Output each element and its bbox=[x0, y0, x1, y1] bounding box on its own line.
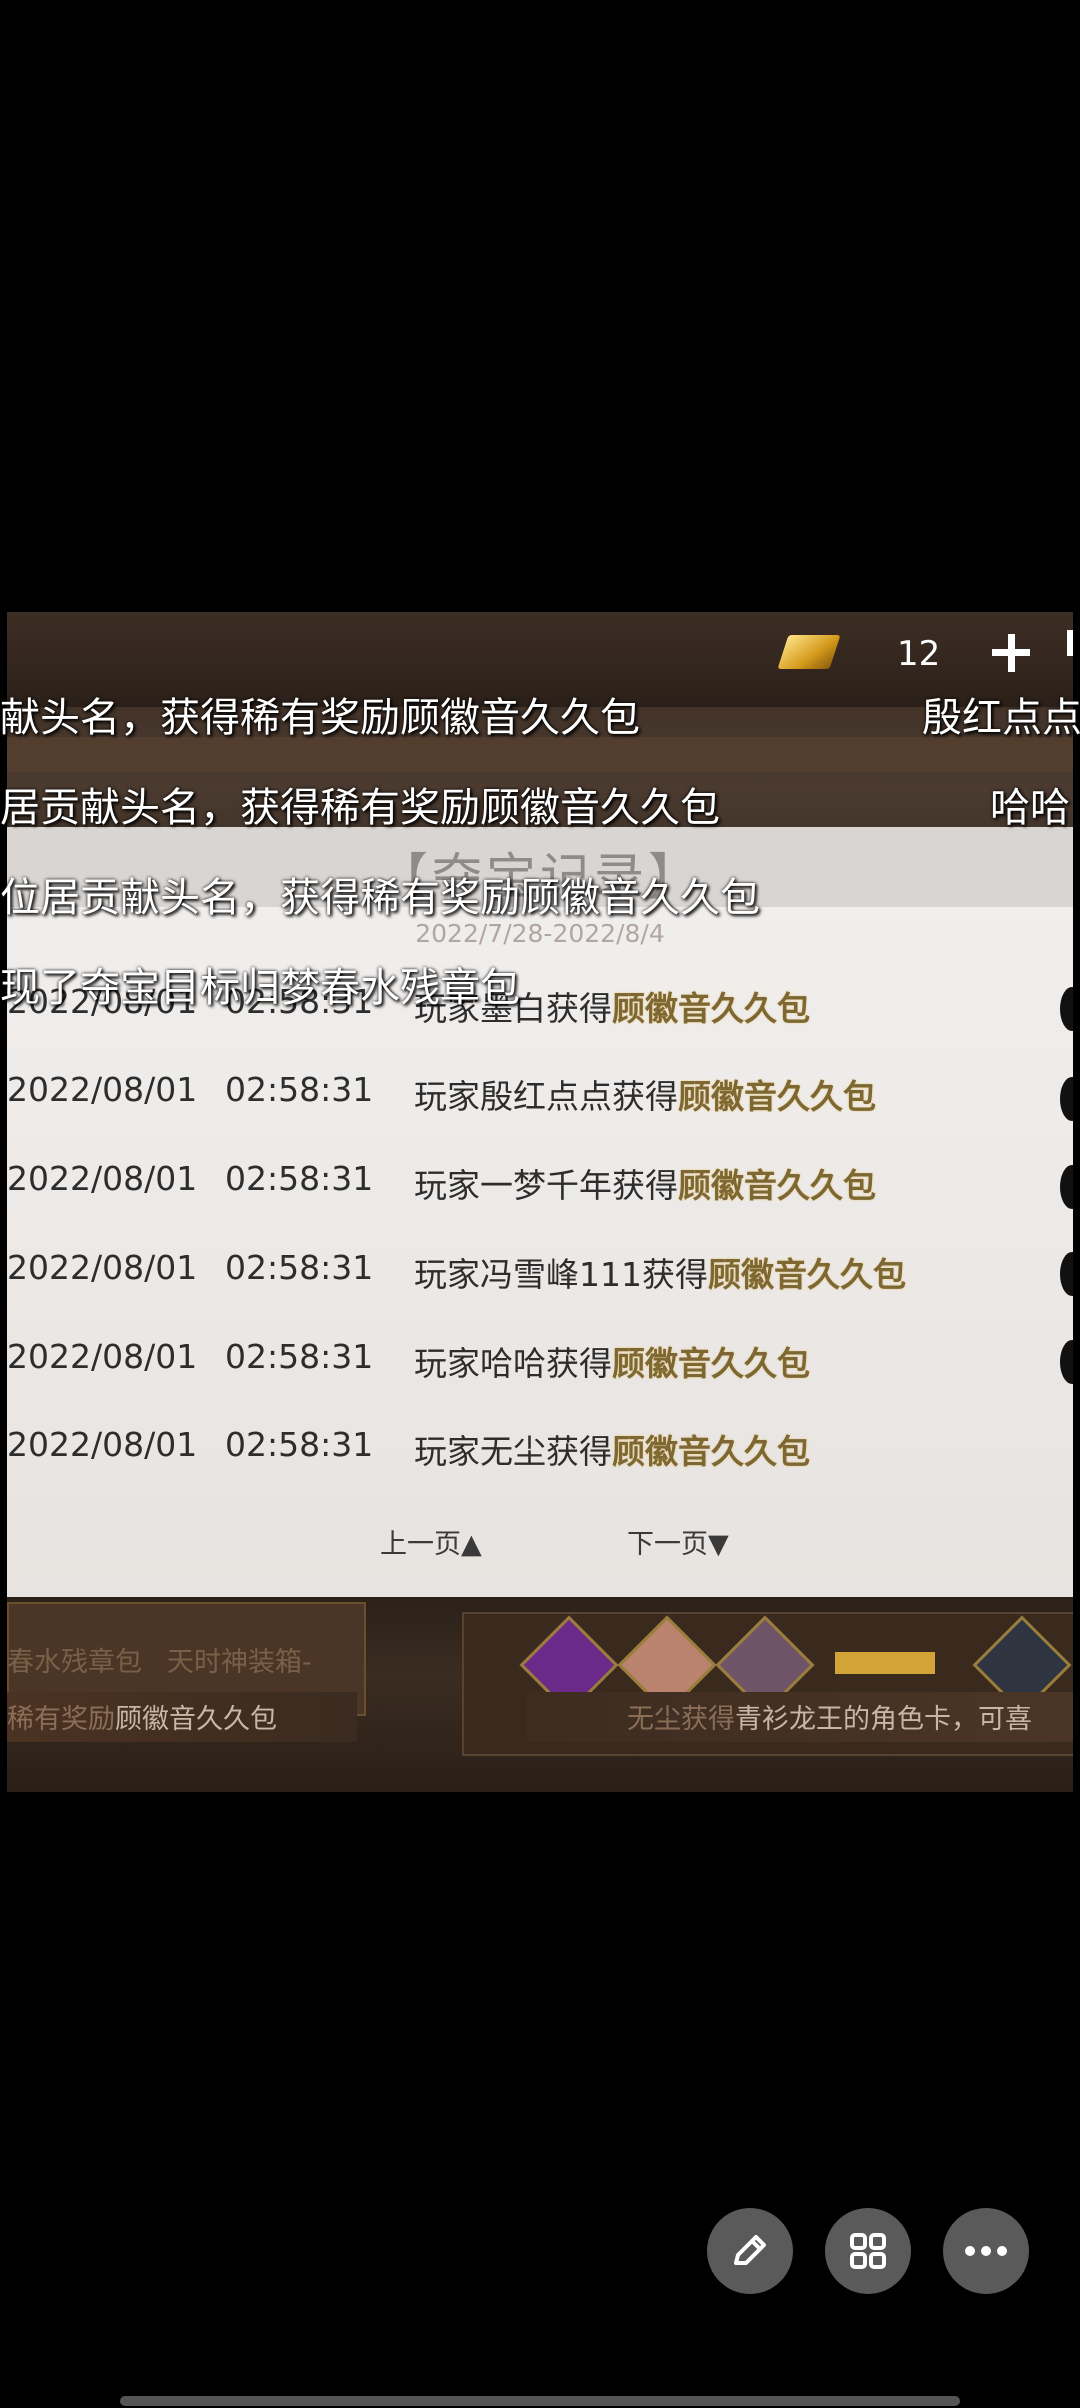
grid-icon bbox=[850, 2233, 886, 2269]
bullet-comment: 居贡献头名，获得稀有奖励顾徽音久久包 bbox=[0, 785, 720, 831]
left-broadcast-text: 稀有奖励顾徽音久久包 bbox=[7, 1704, 277, 1735]
side-bead bbox=[1060, 987, 1073, 1031]
side-bead bbox=[1060, 1165, 1073, 1209]
bullet-comment: 位居贡献头名，获得稀有奖励顾徽音久久包 bbox=[0, 875, 760, 921]
grid-button[interactable] bbox=[825, 2208, 911, 2294]
bullet-comment: 献头名，获得稀有奖励顾徽音久久包 bbox=[0, 695, 640, 741]
bullet-comment: 现了夺宝目标归梦春水残章包 bbox=[0, 965, 520, 1011]
side-bead bbox=[1060, 1077, 1073, 1121]
gold-bar-icon bbox=[835, 1652, 935, 1674]
bullet-comment: 殷红点点 bbox=[922, 695, 1080, 741]
edit-button[interactable] bbox=[707, 2208, 793, 2294]
prev-page-button[interactable]: 上一页▲ bbox=[380, 1522, 482, 1561]
reward-card-label-2: 天时神装箱- bbox=[167, 1647, 312, 1678]
add-currency-icon[interactable] bbox=[992, 634, 1030, 672]
home-indicator[interactable] bbox=[120, 2396, 960, 2406]
currency-value: 12 bbox=[897, 634, 941, 674]
bullet-comment: 哈哈 bbox=[990, 785, 1070, 831]
more-button[interactable] bbox=[943, 2208, 1029, 2294]
next-page-button[interactable]: 下一页▼ bbox=[627, 1522, 729, 1561]
side-bead bbox=[1060, 1340, 1073, 1384]
edit-icon bbox=[734, 2235, 766, 2265]
more-icon bbox=[965, 2246, 1007, 2256]
right-broadcast-text: 无尘获得青衫龙王的角色卡，可喜 bbox=[627, 1704, 1032, 1735]
dialog-date-range: 2022/7/28-2022/8/4 bbox=[415, 919, 665, 948]
side-bead bbox=[1060, 1252, 1073, 1296]
reward-card-label: 春水残章包 bbox=[7, 1647, 142, 1678]
edge-icon bbox=[1067, 630, 1073, 656]
treasure-record-dialog: 【夺宝记录】 2022/7/28-2022/8/4 2022/08/01 02:5… bbox=[7, 827, 1073, 1597]
gold-ingot-icon bbox=[777, 635, 841, 669]
